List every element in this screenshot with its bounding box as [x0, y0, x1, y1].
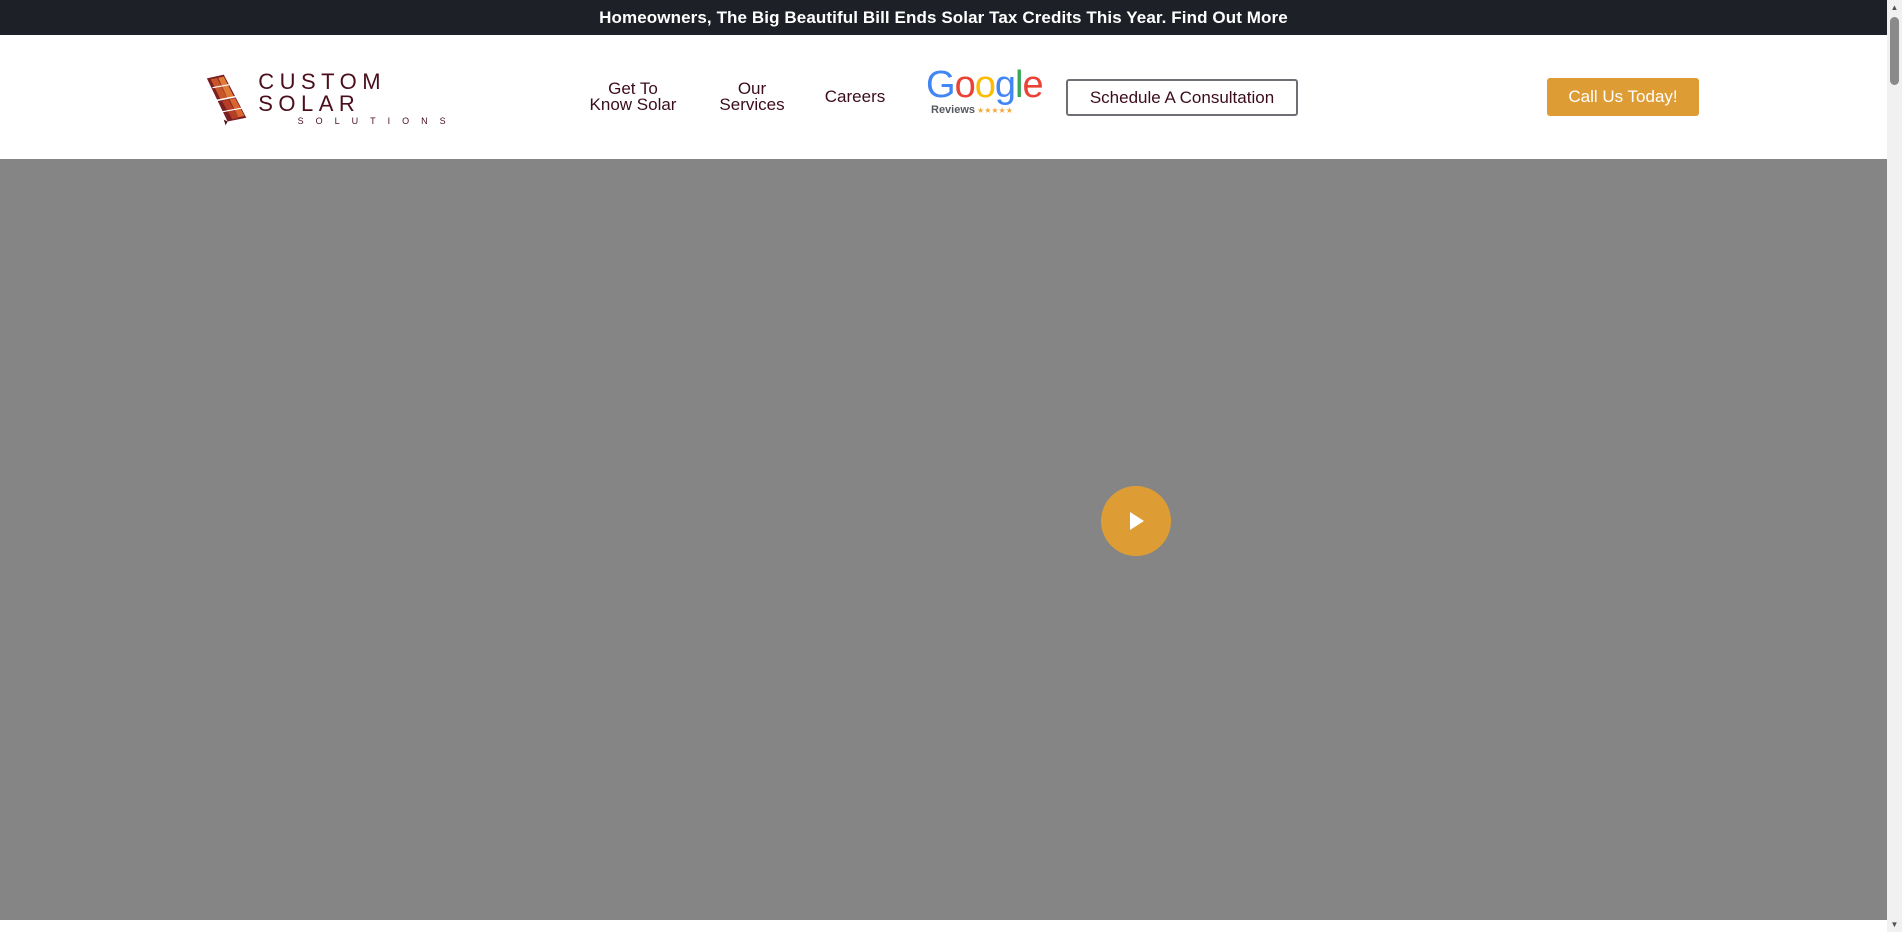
- star-rating-icon: ★★★★★: [977, 105, 1013, 115]
- google-logo: Google: [926, 64, 1044, 106]
- nav-our-services-label: Our Services: [719, 79, 785, 114]
- nav-get-to-know-solar[interactable]: Get To Know Solar: [585, 35, 681, 159]
- google-reviews-row: Reviews ★★★★★: [926, 104, 1028, 116]
- scroll-up-arrow-icon[interactable]: ▲: [1887, 0, 1902, 15]
- page-scrollbar[interactable]: ▲ ▼: [1887, 0, 1902, 932]
- play-icon: [1130, 512, 1144, 530]
- announcement-bar: Homeowners, The Big Beautiful Bill Ends …: [0, 0, 1887, 35]
- google-reviews-label: Reviews: [931, 104, 976, 116]
- scroll-down-arrow-icon[interactable]: ▼: [1887, 917, 1902, 932]
- site-header: CUSTOM SOLAR SOLUTIONS Get To Know Solar…: [0, 35, 1887, 159]
- logo-subtitle: SOLUTIONS: [297, 116, 458, 126]
- site-logo[interactable]: CUSTOM SOLAR SOLUTIONS: [205, 71, 485, 127]
- announcement-link[interactable]: Homeowners, The Big Beautiful Bill Ends …: [599, 8, 1288, 28]
- page: Homeowners, The Big Beautiful Bill Ends …: [0, 0, 1887, 932]
- nav-careers[interactable]: Careers: [820, 35, 890, 159]
- google-reviews-badge[interactable]: Google Reviews ★★★★★: [926, 64, 1044, 116]
- call-us-label: Call Us Today!: [1568, 87, 1678, 106]
- hero-video[interactable]: [0, 159, 1887, 920]
- scrollbar-thumb[interactable]: [1890, 17, 1899, 85]
- logo-title: CUSTOM SOLAR: [258, 69, 387, 116]
- call-us-button[interactable]: Call Us Today!: [1547, 78, 1699, 116]
- nav-our-services[interactable]: Our Services: [716, 35, 788, 159]
- logo-wordmark: CUSTOM SOLAR SOLUTIONS: [258, 71, 485, 127]
- schedule-consultation-label: Schedule A Consultation: [1089, 87, 1275, 107]
- below-hero-section: [0, 920, 1887, 932]
- nav-careers-label: Careers: [824, 87, 886, 106]
- schedule-consultation-button[interactable]: Schedule A Consultation: [1066, 79, 1298, 116]
- solar-panel-logo-icon: [206, 74, 247, 126]
- play-button[interactable]: [1101, 486, 1171, 556]
- nav-get-to-know-solar-label: Get To Know Solar: [589, 79, 677, 114]
